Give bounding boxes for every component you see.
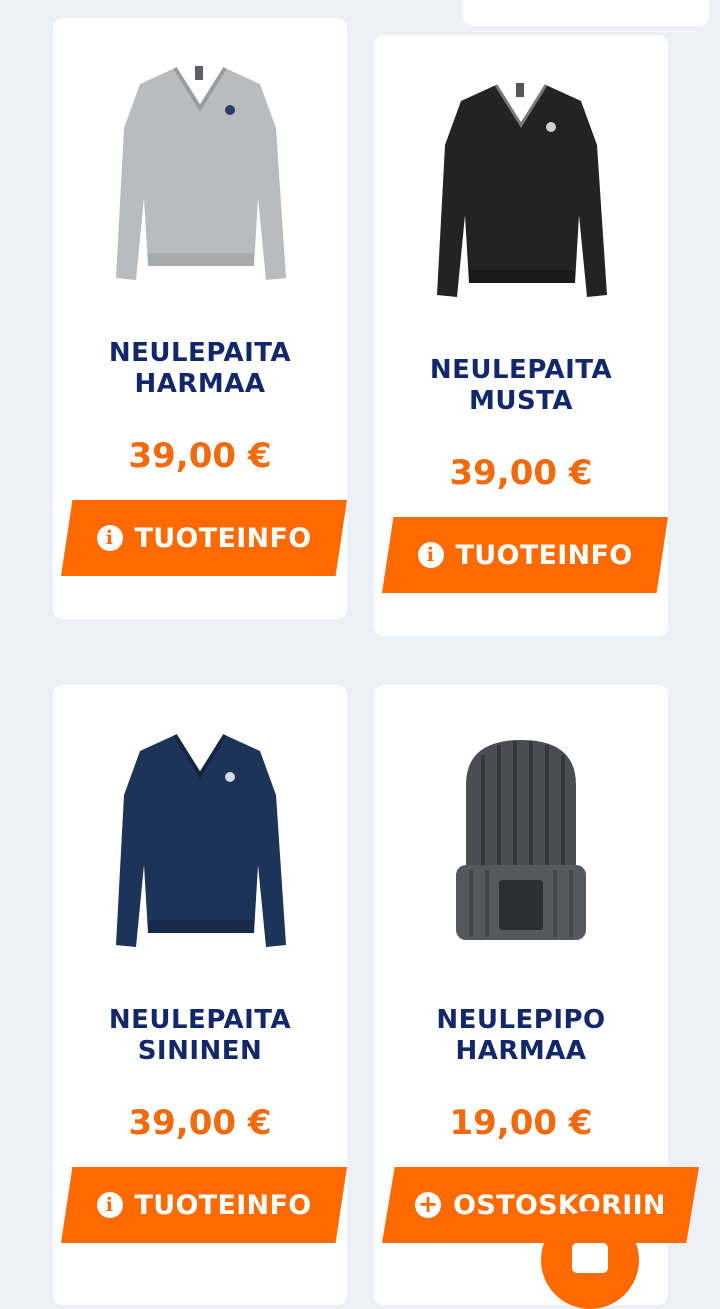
product-info-button[interactable]: i TUOTEINFO [61,500,347,576]
plus-icon: + [415,1192,442,1218]
top-card-stub [463,0,709,26]
product-name: NEULEPAITA SININEN [53,1005,347,1067]
product-name-line2: MUSTA [468,386,574,416]
button-label: OSTOSKORIIN [453,1189,666,1221]
sweater-image [116,66,286,280]
product-name: NEULEPAITA HARMAA [53,338,347,400]
product-name-line1: NEULEPAITA [108,1005,292,1035]
product-price: 19,00 € [449,1103,593,1143]
cart-fab-button[interactable] [541,1211,639,1309]
product-name-line1: NEULEPIPO [436,1005,606,1035]
product-card: NEULEPAITA SININEN 39,00 € i TUOTEINFO [53,685,347,1305]
product-image[interactable] [53,705,347,965]
product-name-line2: SININEN [137,1036,263,1066]
product-name-line2: HARMAA [134,369,266,399]
product-price: 39,00 € [128,436,272,476]
product-name-line1: NEULEPAITA [429,355,613,385]
info-icon: i [96,1192,123,1218]
product-card: NEULEPAITA HARMAA 39,00 € i TUOTEINFO [53,18,347,619]
product-card: NEULEPIPO HARMAA 19,00 € + OSTOSKORIIN [374,685,699,1305]
beanie-image [456,740,586,940]
button-label: TUOTEINFO [134,522,312,554]
button-label: TUOTEINFO [134,1189,312,1221]
product-image[interactable] [53,38,347,298]
info-icon: i [417,542,444,568]
product-name: NEULEPIPO HARMAA [374,1005,668,1067]
product-image[interactable] [374,705,668,965]
product-info-button[interactable]: i TUOTEINFO [382,517,668,593]
cart-icon [572,1243,608,1273]
product-card: NEULEPAITA MUSTA 39,00 € i TUOTEINFO [374,35,668,636]
product-price: 39,00 € [449,453,593,493]
product-image[interactable] [374,55,668,315]
product-name-line1: NEULEPAITA [108,338,292,368]
sweater-image [116,733,286,947]
sweater-image [437,83,607,297]
product-name-line2: HARMAA [455,1036,587,1066]
info-icon: i [96,525,123,551]
product-name: NEULEPAITA MUSTA [374,355,668,417]
button-label: TUOTEINFO [455,539,633,571]
product-info-button[interactable]: i TUOTEINFO [61,1167,347,1243]
product-price: 39,00 € [128,1103,272,1143]
add-to-cart-button[interactable]: + OSTOSKORIIN [382,1167,699,1243]
